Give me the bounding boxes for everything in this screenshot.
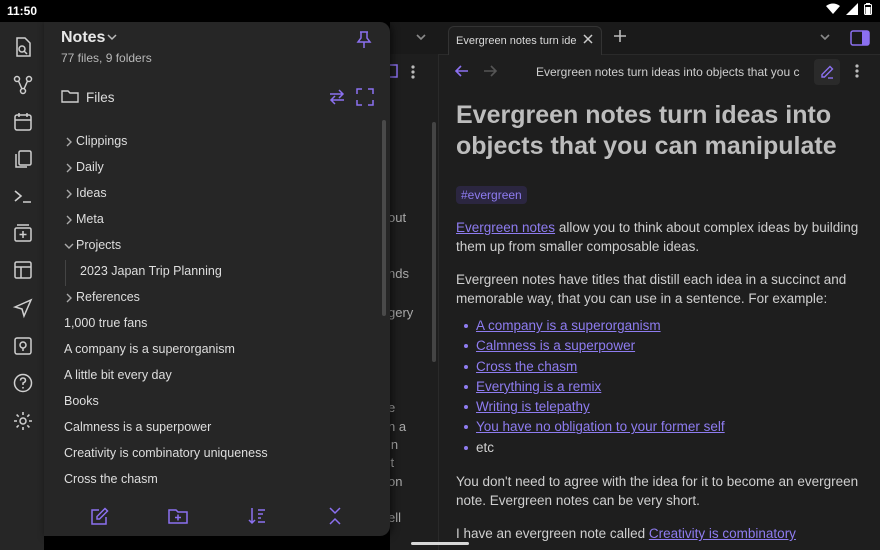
copy-icon[interactable] bbox=[12, 148, 34, 170]
right-sidebar-toggle-icon[interactable] bbox=[850, 30, 870, 46]
calendar-icon[interactable] bbox=[12, 111, 34, 133]
link-evergreen-notes[interactable]: Evergreen notes bbox=[456, 220, 555, 235]
background-text: on bbox=[388, 474, 403, 489]
chevron-down-icon[interactable] bbox=[106, 31, 118, 43]
list-item: Cross the chasm bbox=[464, 357, 860, 377]
list-item: Calmness is a superpower bbox=[464, 336, 860, 356]
help-circle-icon[interactable] bbox=[12, 372, 34, 394]
files-label: Files bbox=[86, 90, 115, 105]
pencil-icon bbox=[821, 65, 834, 79]
tab-strip: Evergreen notes turn ideas bbox=[390, 22, 880, 55]
list-item: A company is a superorganism bbox=[464, 316, 860, 336]
list-item: You have no obligation to your former se… bbox=[464, 417, 860, 437]
background-text: n a bbox=[388, 419, 407, 434]
files-header: Files bbox=[61, 88, 381, 108]
home-indicator[interactable] bbox=[411, 542, 469, 545]
background-text: nds bbox=[388, 266, 409, 281]
fullscreen-icon[interactable] bbox=[356, 88, 374, 106]
note-breadcrumb-title[interactable]: Evergreen notes turn ideas into objects … bbox=[536, 65, 808, 79]
swap-icon[interactable] bbox=[328, 88, 346, 106]
paragraph-4: I have an evergreen note called Creativi… bbox=[456, 526, 796, 542]
chevron-right-icon bbox=[66, 215, 72, 225]
wifi-icon bbox=[826, 3, 840, 14]
status-time: 11:50 bbox=[7, 4, 38, 18]
tab-title: Evergreen notes turn ideas bbox=[456, 35, 576, 47]
forward-arrow-icon[interactable] bbox=[482, 63, 498, 79]
help-box-icon[interactable] bbox=[12, 335, 34, 357]
list-item: Writing is telepathy bbox=[464, 397, 860, 417]
edit-mode-button[interactable] bbox=[814, 59, 840, 85]
background-scrollbar bbox=[432, 122, 436, 362]
vault-summary: 77 files, 9 folders bbox=[61, 51, 152, 65]
close-icon[interactable] bbox=[581, 32, 595, 46]
folder-icon bbox=[61, 90, 79, 103]
signal-icon bbox=[846, 3, 858, 15]
paragraph-3: You don't need to agree with the idea fo… bbox=[456, 474, 859, 509]
background-text: gery bbox=[388, 305, 414, 320]
drawer-scrollbar[interactable] bbox=[382, 120, 386, 316]
chevron-down-icon[interactable] bbox=[414, 30, 428, 44]
chevron-right-icon bbox=[66, 137, 72, 147]
open-file-icon[interactable] bbox=[12, 36, 34, 58]
examples-list: A company is a superorganism Calmness is… bbox=[456, 316, 860, 458]
paragraph-1: Evergreen notes allow you to think about… bbox=[456, 220, 859, 254]
graph-icon[interactable] bbox=[12, 74, 34, 96]
chevron-down-icon bbox=[64, 243, 74, 249]
pin-icon[interactable] bbox=[356, 31, 372, 49]
background-text: out bbox=[388, 210, 407, 225]
chevron-right-icon bbox=[66, 163, 72, 173]
ribbon bbox=[0, 22, 44, 550]
terminal-icon[interactable] bbox=[12, 185, 34, 207]
new-folder-icon[interactable] bbox=[168, 506, 188, 526]
note-content: Evergreen notes turn ideas into objects … bbox=[456, 100, 860, 543]
tag-evergreen[interactable]: #evergreen bbox=[456, 186, 527, 204]
layout-icon[interactable] bbox=[12, 259, 34, 281]
list-item: etc bbox=[464, 438, 860, 458]
note-nav-bar: Evergreen notes turn ideas into objects … bbox=[440, 54, 880, 90]
list-item: Everything is a remix bbox=[464, 377, 860, 397]
vault-name[interactable]: Notes bbox=[61, 29, 105, 47]
back-arrow-icon[interactable] bbox=[454, 63, 470, 79]
explorer-toolbar bbox=[44, 500, 390, 536]
more-vertical-icon[interactable] bbox=[854, 63, 860, 79]
more-vertical-icon[interactable] bbox=[410, 64, 416, 80]
new-note-icon[interactable] bbox=[90, 506, 110, 526]
settings-icon[interactable] bbox=[12, 410, 34, 432]
chevron-right-icon bbox=[66, 293, 72, 303]
send-icon[interactable] bbox=[12, 297, 34, 319]
tab-evergreen-note[interactable]: Evergreen notes turn ideas bbox=[448, 26, 602, 55]
add-card-icon[interactable] bbox=[12, 222, 34, 244]
paragraph-2: Evergreen notes have titles that distill… bbox=[456, 272, 847, 306]
battery-icon bbox=[864, 3, 872, 15]
collapse-icon[interactable] bbox=[325, 506, 345, 526]
sort-icon[interactable] bbox=[247, 506, 267, 526]
file-explorer-drawer: Notes 77 files, 9 folders Files Clipping… bbox=[44, 22, 390, 536]
new-tab-icon[interactable] bbox=[612, 28, 628, 44]
indent-guide bbox=[65, 260, 66, 286]
tab-list-chevron-icon[interactable] bbox=[818, 30, 832, 44]
status-bar: 11:50 bbox=[0, 0, 880, 22]
chevron-right-icon bbox=[66, 189, 72, 199]
note-heading: Evergreen notes turn ideas into objects … bbox=[456, 101, 837, 160]
